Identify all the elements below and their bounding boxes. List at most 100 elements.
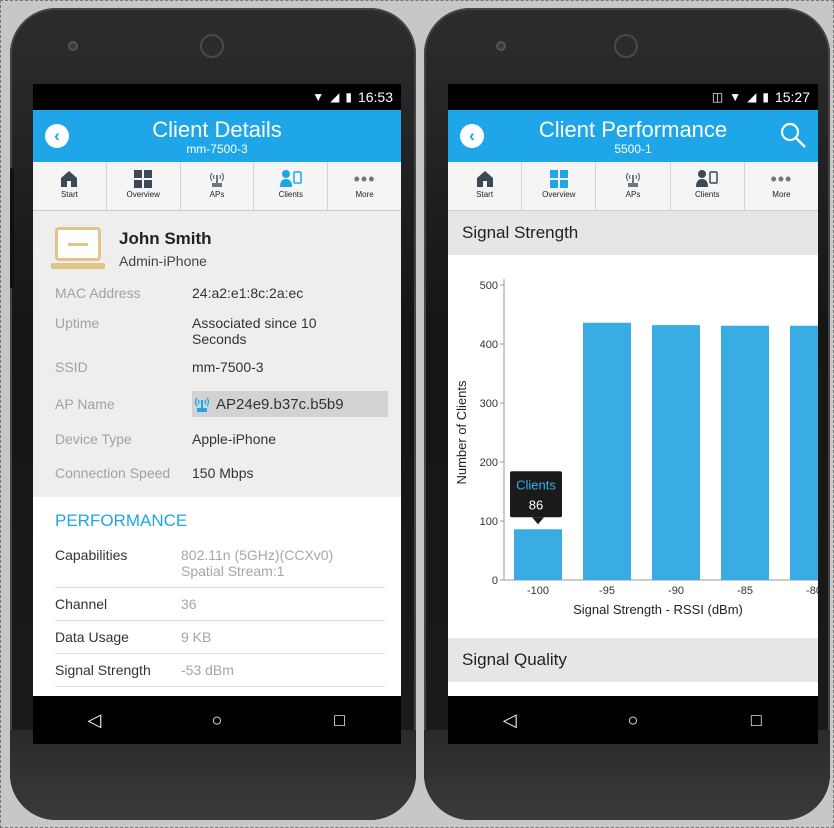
tab-clients[interactable]: Clients [254,162,329,210]
home-icon [448,168,521,190]
tab-bar: Start Overview APs Clients ••• More [448,162,818,211]
detail-value: 150 Mbps [192,465,254,481]
detail-value: mm-7500-3 [192,359,264,375]
more-icon: ••• [770,169,793,189]
x-tick-label: -95 [599,585,615,597]
tab-aps[interactable]: APs [596,162,671,210]
vibrate-icon: ◫ [711,90,724,104]
performance-row: Capabilities 802.11n (5GHz)(CCXv0) Spati… [55,539,385,588]
signal-strength-chart: 0 100 200 300 400 500 -100 -95 -90 -85 -80 Signal S… [448,255,818,638]
tab-label: Start [60,190,78,199]
home-nav-icon[interactable]: ○ [613,710,653,731]
front-camera [496,41,506,51]
screen-client-performance: ◫ ▼ ◢ ▮ 15:27 ‹ Client Performance 5500-… [448,84,818,744]
tab-aps[interactable]: APs [181,162,255,210]
back-nav-icon[interactable]: ◁ [490,710,530,731]
battery-icon: ▮ [762,90,769,104]
back-nav-icon[interactable]: ◁ [74,710,114,731]
earpiece [614,34,638,58]
front-camera [68,41,78,51]
tooltip-pointer [532,517,544,525]
performance-key: Capabilities [55,547,128,563]
performance-value: -53 dBm [181,662,234,678]
performance-value: 36 [181,596,197,612]
section-signal-strength: Signal Strength [448,211,818,255]
bar [583,322,631,580]
page-title: Client Performance [538,117,728,142]
recents-nav-icon[interactable]: □ [320,710,360,731]
clients-icon [671,168,744,190]
x-axis-label: Signal Strength - RSSI (dBm) [573,602,743,617]
tab-start[interactable]: Start [33,162,107,210]
status-time: 15:27 [774,89,810,105]
tab-overview[interactable]: Overview [522,162,597,210]
detail-row: Connection Speed 150 Mbps [33,457,401,495]
page-subtitle: 5500-1 [614,142,652,156]
performance-heading: PERFORMANCE [55,511,188,530]
tab-label: More [355,190,374,199]
detail-key: SSID [55,359,88,375]
access-point-icon [181,168,254,190]
tab-clients[interactable]: Clients [671,162,745,210]
battery-icon: ▮ [345,90,352,104]
tab-label: More [772,190,791,199]
search-icon[interactable] [778,120,808,150]
performance-value: 9 KB [181,629,212,645]
details-list: MAC Address 24:a2:e1:8c:2a:ec Uptime Ass… [33,281,401,497]
tooltip-label: Clients [516,477,556,492]
performance-value: 802.11n (5GHz)(CCXv0) Spatial Stream:1 [181,547,334,579]
detail-key: Device Type [55,431,132,447]
title-bar: ‹ Client Performance 5500-1 [448,110,818,162]
client-name: John Smith [119,229,212,248]
client-profile: John Smith Admin-iPhone [33,211,401,281]
grid-icon [107,168,180,190]
more-icon: ••• [353,169,376,189]
access-point-icon [596,168,669,190]
status-bar: ◫ ▼ ◢ ▮ 15:27 [448,84,818,110]
laptop-icon [55,227,101,261]
status-time: 16:53 [357,89,393,105]
clients-icon [254,168,327,190]
tab-more[interactable]: ••• More [745,162,818,210]
laptop-base [51,263,105,269]
tab-label: Overview [126,190,160,199]
tab-label: Start [476,190,494,199]
earpiece [200,34,224,58]
detail-row: MAC Address 24:a2:e1:8c:2a:ec [33,281,401,311]
side-button [10,168,14,288]
tab-label: APs [209,190,225,199]
back-button[interactable]: ‹ [460,124,484,148]
bar [721,325,769,580]
recents-nav-icon[interactable]: □ [736,710,776,731]
back-button[interactable]: ‹ [45,124,69,148]
cell-signal-icon: ◢ [747,90,757,104]
tab-more[interactable]: ••• More [328,162,401,210]
detail-key: Uptime [55,315,100,331]
bar [790,325,818,580]
detail-value: Associated since 10 Seconds [192,315,317,347]
system-nav-bar: ◁ ○ □ [33,696,401,744]
ap-name-link[interactable]: AP24e9.b37c.b5b9 [192,391,388,417]
tab-label: Overview [542,190,576,199]
detail-key: AP Name [55,396,115,412]
y-tick-label: 500 [480,280,498,292]
section-signal-quality: Signal Quality [448,638,818,682]
system-nav-bar: ◁ ○ □ [448,696,818,744]
tab-label: Clients [278,190,304,199]
tab-overview[interactable]: Overview [107,162,181,210]
x-tick-label: -85 [737,585,753,597]
tab-label: Clients [694,190,720,199]
title-bar: ‹ Client Details mm-7500-3 [33,110,401,162]
performance-row: Data Usage 9 KB [55,621,385,654]
client-device: Admin-iPhone [119,253,207,269]
detail-value: Apple-iPhone [192,431,277,447]
detail-row: AP Name AP24e9.b37c.b5b9 [33,385,401,423]
home-nav-icon[interactable]: ○ [197,710,237,731]
bar [652,325,700,580]
y-tick-label: 400 [480,339,498,351]
y-tick-label: 300 [480,398,498,410]
ap-name-value: AP24e9.b37c.b5b9 [216,395,344,413]
wifi-icon: ▼ [729,90,742,104]
phone-right: ◫ ▼ ◢ ▮ 15:27 ‹ Client Performance 5500-… [424,8,830,820]
tab-start[interactable]: Start [448,162,523,210]
